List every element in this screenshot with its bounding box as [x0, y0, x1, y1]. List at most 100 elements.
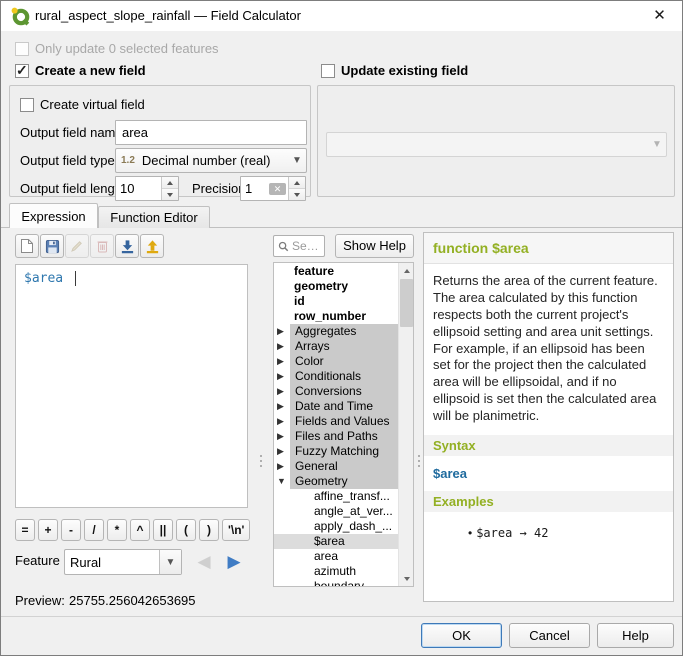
function-list-item[interactable]: ▶General — [274, 459, 399, 474]
operator-button[interactable]: ^ — [130, 519, 150, 541]
function-list-item[interactable]: $area — [274, 534, 399, 549]
expression-text: $area — [24, 271, 63, 286]
chevron-right-icon[interactable]: ▶ — [274, 444, 290, 459]
function-list-item[interactable]: geometry — [274, 279, 399, 294]
function-list-item[interactable]: ▶Date and Time — [274, 399, 399, 414]
create-virtual-field-checkbox[interactable] — [20, 98, 34, 112]
chevron-right-icon[interactable]: ▶ — [274, 459, 290, 474]
spin-down-icon[interactable] — [289, 189, 305, 200]
function-list-item[interactable]: boundary — [274, 579, 399, 587]
tab-function-editor[interactable]: Function Editor — [98, 206, 210, 228]
output-field-name-input[interactable] — [115, 120, 307, 145]
export-expression-button[interactable] — [140, 234, 164, 258]
function-list-item[interactable]: angle_at_ver... — [274, 504, 399, 519]
scrollbar-thumb[interactable] — [400, 279, 413, 327]
output-field-length-input[interactable] — [116, 177, 161, 200]
clear-value-icon[interactable]: ✕ — [269, 183, 286, 195]
function-list-item[interactable]: id — [274, 294, 399, 309]
function-list-item-label: apply_dash_... — [314, 519, 392, 534]
splitter-handle[interactable] — [416, 449, 421, 473]
scroll-up-icon[interactable] — [399, 263, 414, 278]
chevron-right-icon[interactable]: ▶ — [274, 339, 290, 354]
function-list-item[interactable]: ▼Geometry — [274, 474, 399, 489]
chevron-right-icon[interactable]: ▶ — [274, 324, 290, 339]
feature-label: Feature — [15, 553, 60, 568]
function-list-item[interactable]: row_number — [274, 309, 399, 324]
chevron-right-icon[interactable]: ▶ — [274, 369, 290, 384]
operator-button[interactable]: + — [38, 519, 58, 541]
feature-combo[interactable]: ▼ — [64, 549, 182, 575]
cancel-button[interactable]: Cancel — [509, 623, 590, 648]
search-icon — [278, 241, 289, 252]
chevron-down-icon[interactable]: ▼ — [274, 474, 290, 489]
ok-button[interactable]: OK — [421, 623, 502, 648]
splitter-handle[interactable] — [258, 449, 263, 473]
search-input[interactable]: Se… — [273, 235, 325, 257]
search-placeholder: Se… — [292, 239, 319, 253]
precision-input[interactable] — [241, 177, 269, 200]
operator-button[interactable]: * — [107, 519, 127, 541]
function-list-item[interactable]: apply_dash_... — [274, 519, 399, 534]
function-list-item[interactable]: ▶Fields and Values — [274, 414, 399, 429]
function-list-item[interactable]: ▶Files and Paths — [274, 429, 399, 444]
only-update-label: Only update 0 selected features — [35, 40, 219, 58]
operator-button[interactable]: = — [15, 519, 35, 541]
function-list-item-label: Color — [290, 354, 399, 369]
feature-combo-input[interactable] — [65, 555, 159, 570]
function-list-item[interactable]: ▶Fuzzy Matching — [274, 444, 399, 459]
tab-expression[interactable]: Expression — [9, 203, 98, 228]
operator-button[interactable]: || — [153, 519, 173, 541]
spin-down-icon[interactable] — [162, 189, 178, 200]
function-list[interactable]: featuregeometryidrow_number▶Aggregates▶A… — [273, 262, 414, 587]
function-list-item[interactable]: azimuth — [274, 564, 399, 579]
create-new-field-checkbox[interactable]: ✓ — [15, 64, 29, 78]
chevron-down-icon[interactable]: ▼ — [159, 550, 181, 574]
spinner-arrows[interactable] — [161, 177, 178, 200]
function-list-item[interactable]: ▶Color — [274, 354, 399, 369]
vertical-scrollbar[interactable] — [398, 263, 413, 586]
decimal-number-icon: 1.2 — [116, 155, 137, 166]
next-feature-button[interactable]: ▶ — [221, 549, 247, 575]
help-title: function $area — [424, 233, 673, 264]
operator-button[interactable]: / — [84, 519, 104, 541]
title-bar: rural_aspect_slope_rainfall — Field Calc… — [1, 1, 682, 31]
chevron-right-icon[interactable]: ▶ — [274, 399, 290, 414]
delete-expression-button — [90, 234, 114, 258]
new-file-icon — [20, 238, 34, 254]
precision-spinner[interactable]: ✕ — [240, 176, 306, 201]
function-list-item-label: id — [294, 294, 305, 309]
new-expression-button[interactable] — [15, 234, 39, 258]
spin-up-icon[interactable] — [162, 177, 178, 189]
chevron-right-icon[interactable]: ▶ — [274, 384, 290, 399]
chevron-right-icon[interactable]: ▶ — [274, 354, 290, 369]
save-icon — [45, 239, 60, 254]
show-help-button[interactable]: Show Help — [335, 234, 414, 258]
chevron-right-icon[interactable]: ▶ — [274, 429, 290, 444]
help-button[interactable]: Help — [597, 623, 674, 648]
operator-button[interactable]: - — [61, 519, 81, 541]
preview-label: Preview: — [15, 593, 65, 608]
spinner-arrows[interactable] — [288, 177, 305, 200]
function-list-item[interactable]: ▶Conditionals — [274, 369, 399, 384]
update-existing-field-checkbox[interactable] — [321, 64, 335, 78]
help-description: Returns the area of the current feature.… — [424, 264, 673, 425]
function-list-item[interactable]: area — [274, 549, 399, 564]
function-list-item[interactable]: feature — [274, 264, 399, 279]
function-list-item[interactable]: affine_transf... — [274, 489, 399, 504]
close-button[interactable]: ✕ — [637, 1, 682, 30]
scroll-down-icon[interactable] — [399, 571, 414, 586]
operator-button[interactable]: ) — [199, 519, 219, 541]
function-list-item[interactable]: ▶Aggregates — [274, 324, 399, 339]
chevron-right-icon[interactable]: ▶ — [274, 414, 290, 429]
import-expression-button[interactable] — [115, 234, 139, 258]
output-field-type-combo[interactable]: 1.2 Decimal number (real) ▼ — [115, 148, 307, 173]
function-list-item[interactable]: ▶Arrays — [274, 339, 399, 354]
operator-button[interactable]: ( — [176, 519, 196, 541]
save-expression-button[interactable] — [40, 234, 64, 258]
operator-button[interactable]: '\n' — [222, 519, 250, 541]
precision-label: Precision — [192, 180, 245, 198]
spin-up-icon[interactable] — [289, 177, 305, 189]
expression-editor[interactable]: $area — [15, 264, 248, 508]
output-field-length-spinner[interactable] — [115, 176, 179, 201]
function-list-item[interactable]: ▶Conversions — [274, 384, 399, 399]
